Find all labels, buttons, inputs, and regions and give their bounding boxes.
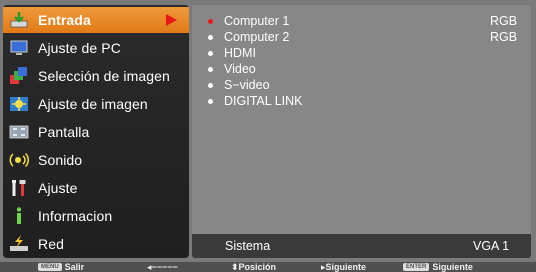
bullet-icon	[208, 66, 213, 72]
network-icon	[9, 234, 29, 254]
hint-next-arrow: ▸Siguiente	[321, 262, 366, 272]
screen-icon	[9, 122, 29, 142]
bullet-icon	[208, 34, 213, 40]
bullet-icon	[208, 98, 213, 104]
option-value: RGB	[490, 30, 518, 44]
bullet-icon	[208, 82, 213, 88]
key-hint-bar: MENU Salir ◂−−−−− ⬍Posición ▸Siguiente E…	[0, 262, 536, 272]
enter-key-icon: ENTER	[403, 263, 430, 271]
sound-icon	[9, 150, 29, 170]
image-adjust-icon	[9, 94, 29, 114]
main-menu: Entrada Ajuste de PC Selección de imagen…	[3, 5, 189, 258]
hint-exit-label: Salir	[64, 262, 85, 272]
hint-next-arrow-label: ▸Siguiente	[321, 262, 367, 272]
input-options-panel: Computer 1 RGB Computer 2 RGB HDMI Video…	[192, 5, 531, 258]
menu-item-sonido[interactable]: Sonido	[3, 147, 189, 173]
menu-item-label: Pantalla	[38, 124, 90, 140]
information-icon	[9, 206, 29, 226]
selected-bullet-icon	[208, 18, 213, 24]
system-label: Sistema	[225, 239, 271, 253]
option-label: DIGITAL LINK	[224, 94, 303, 108]
input-icon	[9, 10, 29, 30]
option-computer-1[interactable]: Computer 1 RGB	[192, 13, 531, 29]
menu-item-label: Selección de imagen	[38, 68, 170, 84]
option-value: RGB	[490, 14, 518, 28]
menu-item-label: Entrada	[38, 12, 91, 28]
option-computer-2[interactable]: Computer 2 RGB	[192, 29, 531, 45]
menu-item-label: Red	[38, 236, 64, 252]
system-row[interactable]: Sistema VGA 1	[192, 234, 531, 258]
menu-item-label: Ajuste de imagen	[38, 96, 148, 112]
hint-back-label: ◂−−−−−	[147, 262, 178, 272]
system-value: VGA 1	[473, 239, 510, 253]
submenu-arrow-icon	[166, 14, 177, 26]
hint-position: ⬍Posición	[231, 262, 276, 272]
menu-item-pantalla[interactable]: Pantalla	[3, 119, 189, 145]
menu-item-informacion[interactable]: Informacion	[3, 203, 189, 229]
option-label: HDMI	[224, 46, 256, 60]
hint-position-label: ⬍Posición	[231, 262, 277, 272]
hint-back: ◂−−−−−	[147, 262, 178, 272]
hint-exit: MENU Salir	[38, 262, 84, 272]
menu-item-seleccion-de-imagen[interactable]: Selección de imagen	[3, 63, 189, 89]
pc-adjust-icon	[9, 38, 29, 58]
menu-item-ajuste[interactable]: Ajuste	[3, 175, 189, 201]
projector-osd: Entrada Ajuste de PC Selección de imagen…	[0, 0, 536, 262]
menu-item-ajuste-de-imagen[interactable]: Ajuste de imagen	[3, 91, 189, 117]
option-label: Computer 1	[224, 14, 290, 28]
option-label: Computer 2	[224, 30, 290, 44]
menu-item-label: Ajuste	[38, 180, 78, 196]
menu-item-red[interactable]: Red	[3, 231, 189, 257]
option-label: S−video	[224, 78, 270, 92]
bullet-icon	[208, 50, 213, 56]
menu-item-entrada[interactable]: Entrada	[3, 7, 189, 33]
hint-enter-label: Siguiente	[432, 262, 473, 272]
menu-item-ajuste-de-pc[interactable]: Ajuste de PC	[3, 35, 189, 61]
menu-item-label: Sonido	[38, 152, 83, 168]
option-digital-link[interactable]: DIGITAL LINK	[192, 93, 531, 109]
menu-key-icon: MENU	[38, 263, 62, 271]
option-s-video[interactable]: S−video	[192, 77, 531, 93]
setting-icon	[9, 178, 29, 198]
option-label: Video	[224, 62, 256, 76]
menu-item-label: Ajuste de PC	[38, 40, 121, 56]
hint-enter: ENTER Siguiente	[403, 262, 473, 272]
menu-item-label: Informacion	[38, 208, 113, 224]
option-video[interactable]: Video	[192, 61, 531, 77]
image-select-icon	[9, 66, 29, 86]
option-hdmi[interactable]: HDMI	[192, 45, 531, 61]
